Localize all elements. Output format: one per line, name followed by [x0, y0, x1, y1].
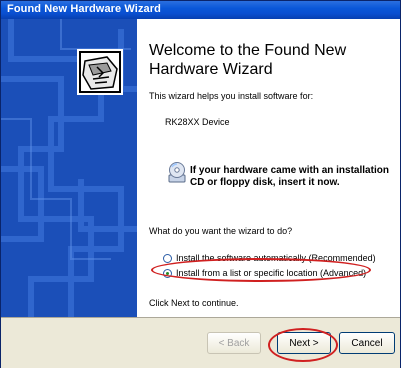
wizard-banner [1, 19, 137, 317]
radio-automatic[interactable] [163, 253, 172, 263]
cd-icon [167, 161, 187, 188]
cancel-button[interactable]: Cancel [339, 332, 395, 354]
title-bar[interactable]: Found New Hardware Wizard [1, 1, 400, 19]
highlight-ellipse-next [268, 328, 338, 362]
back-button[interactable]: < Back [207, 332, 261, 354]
intro-text: This wizard helps you install software f… [149, 91, 314, 101]
page-title: Welcome to the Found New Hardware Wizard [149, 42, 347, 78]
device-name: RK28XX Device [165, 117, 230, 127]
continue-hint: Click Next to continue. [149, 298, 239, 308]
window-title: Found New Hardware Wizard [7, 3, 161, 15]
button-bar: < Back Next > Cancel [1, 317, 400, 368]
wizard-window: Found New Hardware Wizard Welcome to the… [0, 0, 401, 368]
cd-notice: If your hardware came with an installati… [190, 165, 389, 188]
question-text: What do you want the wizard to do? [149, 226, 293, 236]
highlight-ellipse-option [151, 258, 371, 282]
